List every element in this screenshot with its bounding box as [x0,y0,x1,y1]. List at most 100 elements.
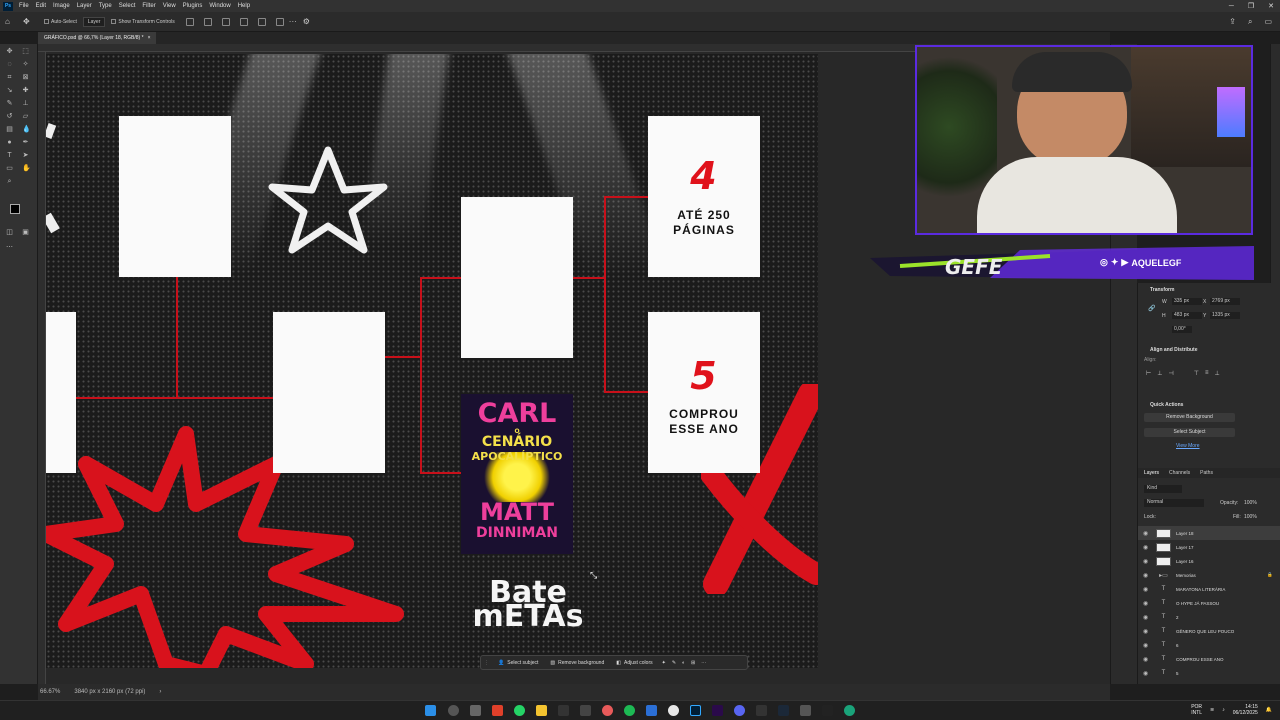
close-tab-icon[interactable]: × [148,35,151,41]
foreground-color-swatch[interactable] [10,204,20,214]
maximize-icon[interactable]: ❐ [1248,2,1254,10]
layer-row[interactable]: ◉ T O HYPE JÁ PASSOU [1138,596,1280,610]
adjust-colors-button[interactable]: ◧ Adjust colors [610,656,658,669]
pen-tool-icon[interactable]: ✒ [22,139,29,146]
select-subject-button[interactable]: 👤 Select subject [492,656,544,669]
capture-icon[interactable] [756,705,767,716]
align-section-title[interactable]: Align and Distribute [1150,347,1198,353]
angle-field[interactable]: 0,00° [1172,326,1192,333]
outlook-icon[interactable] [646,705,657,716]
drag-handle-icon[interactable]: ⋮ [481,660,492,666]
generative-icon[interactable]: ✦ [659,660,669,666]
hand-tool-icon[interactable]: ✋ [22,165,31,172]
transform-section-title[interactable]: Transform [1150,287,1174,293]
align-left-icon[interactable] [185,17,194,26]
document-tab[interactable]: GRÁFICO.psd @ 66,7% (Layer 18, RGB/8) * … [38,32,157,44]
dodge-tool-icon[interactable]: ● [6,139,13,146]
zoom-level[interactable]: 66.67% [40,689,60,695]
transform-icon[interactable]: ⊞ [688,660,698,666]
layer-filter-kind[interactable]: Kind [1144,485,1182,493]
steam-icon[interactable] [778,705,789,716]
ruler-vertical[interactable] [38,52,46,684]
menu-image[interactable]: Image [53,3,70,9]
align-bottom-icon[interactable]: ⊥ [1214,370,1219,377]
select-subject-panel-button[interactable]: Select Subject [1144,428,1235,437]
wifi-icon[interactable]: ≋ [1210,707,1214,713]
workspace-icon[interactable]: ▭ [1264,17,1272,27]
move-tool-icon[interactable]: ✥ [6,48,13,55]
menu-plugins[interactable]: Plugins [183,3,203,9]
menu-type[interactable]: Type [99,3,112,9]
magic-wand-icon[interactable]: ✧ [22,61,29,68]
search-icon[interactable]: ⌕ [1248,17,1252,27]
notion-icon[interactable] [580,705,591,716]
rectangle-tool-icon[interactable]: ▭ [6,165,13,172]
align-vcenter-icon[interactable]: ≡ [1205,370,1209,377]
auto-select-checkbox[interactable] [44,19,49,24]
brush-tool-icon[interactable]: ✎ [6,100,13,107]
more-options-icon[interactable]: ··· [289,17,297,26]
brush-icon[interactable]: ✎ [669,660,679,666]
layer-row[interactable]: ◉ Layer 16 [1138,554,1280,568]
eraser-tool-icon[interactable]: ▱ [22,113,29,120]
align-middle-icon[interactable] [257,17,266,26]
layer-row[interactable]: ◉ Layer 18 [1138,526,1280,540]
path-select-icon[interactable]: ➤ [22,152,29,159]
align-right-icon[interactable]: ⊣ [1168,370,1173,377]
app-icon[interactable] [800,705,811,716]
search-icon[interactable] [448,705,459,716]
app-icon[interactable] [844,705,855,716]
quick-actions-title[interactable]: Quick Actions [1150,402,1183,408]
layer-row[interactable]: ◉ T 2 [1138,610,1280,624]
height-field[interactable]: 483 px [1172,312,1202,319]
align-center-icon[interactable] [203,17,212,26]
fill-field[interactable]: 100% [1244,514,1257,520]
layer-row[interactable]: ◉ Layer 17 [1138,540,1280,554]
menu-help[interactable]: Help [238,3,250,9]
clock[interactable]: 14:15 06/12/2025 [1233,704,1258,716]
align-top-icon[interactable] [239,17,248,26]
edit-toolbar-icon[interactable]: ⋯ [6,244,13,251]
eye-icon[interactable]: ◉ [1143,628,1151,635]
remove-background-button[interactable]: ▨ Remove background [544,656,610,669]
lasso-tool-icon[interactable]: ◌ [6,61,13,68]
chrome-icon[interactable] [668,705,679,716]
settings-icon[interactable] [470,705,481,716]
file-explorer-icon[interactable] [536,705,547,716]
remove-background-panel-button[interactable]: Remove Background [1144,413,1235,422]
home-icon[interactable]: ⌂ [5,17,13,26]
notification-bell-icon[interactable]: 🔔 [1266,707,1272,713]
more-options-icon[interactable]: ⋯ [698,660,709,666]
gear-icon[interactable]: ⚙ [303,17,310,26]
layer-row[interactable]: ◉ T GÊNERO QUE LEU POUCO [1138,624,1280,638]
input-language[interactable]: POR INTL [1191,704,1202,716]
align-bottom-icon[interactable] [275,17,284,26]
menu-layer[interactable]: Layer [77,3,92,9]
menu-select[interactable]: Select [119,3,136,9]
show-transform-checkbox[interactable] [111,19,117,24]
menu-window[interactable]: Window [209,3,230,9]
app-icon[interactable] [602,705,613,716]
move-tool-icon[interactable]: ✥ [23,17,31,26]
menu-view[interactable]: View [163,3,176,9]
eye-icon[interactable]: ◉ [1143,544,1151,551]
layer-row[interactable]: ◉ ▸▭ Memorias 🔒 [1138,568,1280,582]
mask-icon[interactable]: ◐ [679,660,688,666]
blur-tool-icon[interactable]: 💧 [22,126,31,133]
crop-tool-icon[interactable]: ⌗ [6,74,13,81]
x-field[interactable]: 2769 px [1210,298,1240,305]
stamp-tool-icon[interactable]: ⊥ [22,100,29,107]
discord-icon[interactable] [734,705,745,716]
minimize-icon[interactable]: ─ [1229,3,1234,10]
eye-icon[interactable]: ◉ [1143,656,1151,663]
eye-icon[interactable]: ◉ [1143,600,1151,607]
layer-row[interactable]: ◉ T MARATONA LITERÁRIA [1138,582,1280,596]
gradient-tool-icon[interactable]: ▤ [6,126,13,133]
align-right-icon[interactable] [221,17,230,26]
menu-filter[interactable]: Filter [142,3,155,9]
layer-row[interactable]: ◉ T 5 [1138,666,1280,680]
zoom-tool-icon[interactable]: ⌕ [6,178,13,185]
align-left-icon[interactable]: ⊢ [1146,370,1151,377]
layer-row[interactable]: ◉ T COMPROU ESSE ANO [1138,652,1280,666]
eye-icon[interactable]: ◉ [1143,642,1151,649]
